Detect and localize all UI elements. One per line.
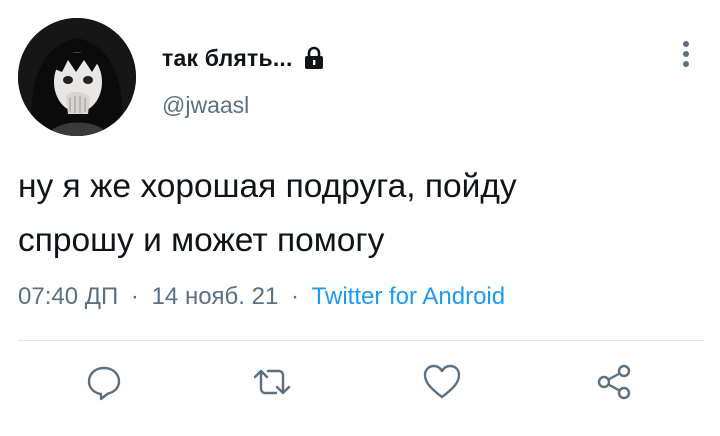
tweet-text-line: спрошу и может помогу: [18, 222, 385, 259]
avatar-image: [18, 18, 136, 136]
display-name-row: так блять...: [162, 40, 325, 76]
meta-separator: ·: [291, 283, 299, 310]
retweet-icon: [253, 369, 291, 395]
tweet-meta: 07:40 ДП · 14 нояб. 21 · Twitter for And…: [18, 283, 505, 311]
lock-icon: [303, 46, 325, 70]
meta-separator: ·: [130, 283, 139, 310]
share-button[interactable]: [592, 360, 636, 404]
display-name[interactable]: так блять...: [162, 45, 293, 72]
tweet-text: ну я же хорошая подруга, пойду спрошу и …: [18, 160, 698, 268]
reply-icon: [87, 366, 121, 401]
avatar[interactable]: [18, 18, 136, 136]
tweet-source-link[interactable]: Twitter for Android: [312, 283, 505, 310]
action-bar: [0, 360, 720, 404]
like-button[interactable]: [420, 360, 464, 404]
heart-icon: [423, 364, 461, 399]
retweet-button[interactable]: [250, 360, 294, 404]
share-icon: [597, 364, 631, 400]
tweet-text-line: ну я же хорошая подруга, пойду: [18, 168, 517, 205]
tweet-date[interactable]: 14 нояб. 21: [152, 283, 279, 310]
tweet-detail: так блять... @jwaasl ну я же хорошая под…: [0, 0, 720, 436]
reply-button[interactable]: [82, 360, 126, 404]
tweet-time[interactable]: 07:40 ДП: [18, 283, 118, 310]
divider: [18, 340, 704, 341]
more-vertical-icon[interactable]: [676, 38, 696, 72]
handle[interactable]: @jwaasl: [162, 92, 249, 119]
